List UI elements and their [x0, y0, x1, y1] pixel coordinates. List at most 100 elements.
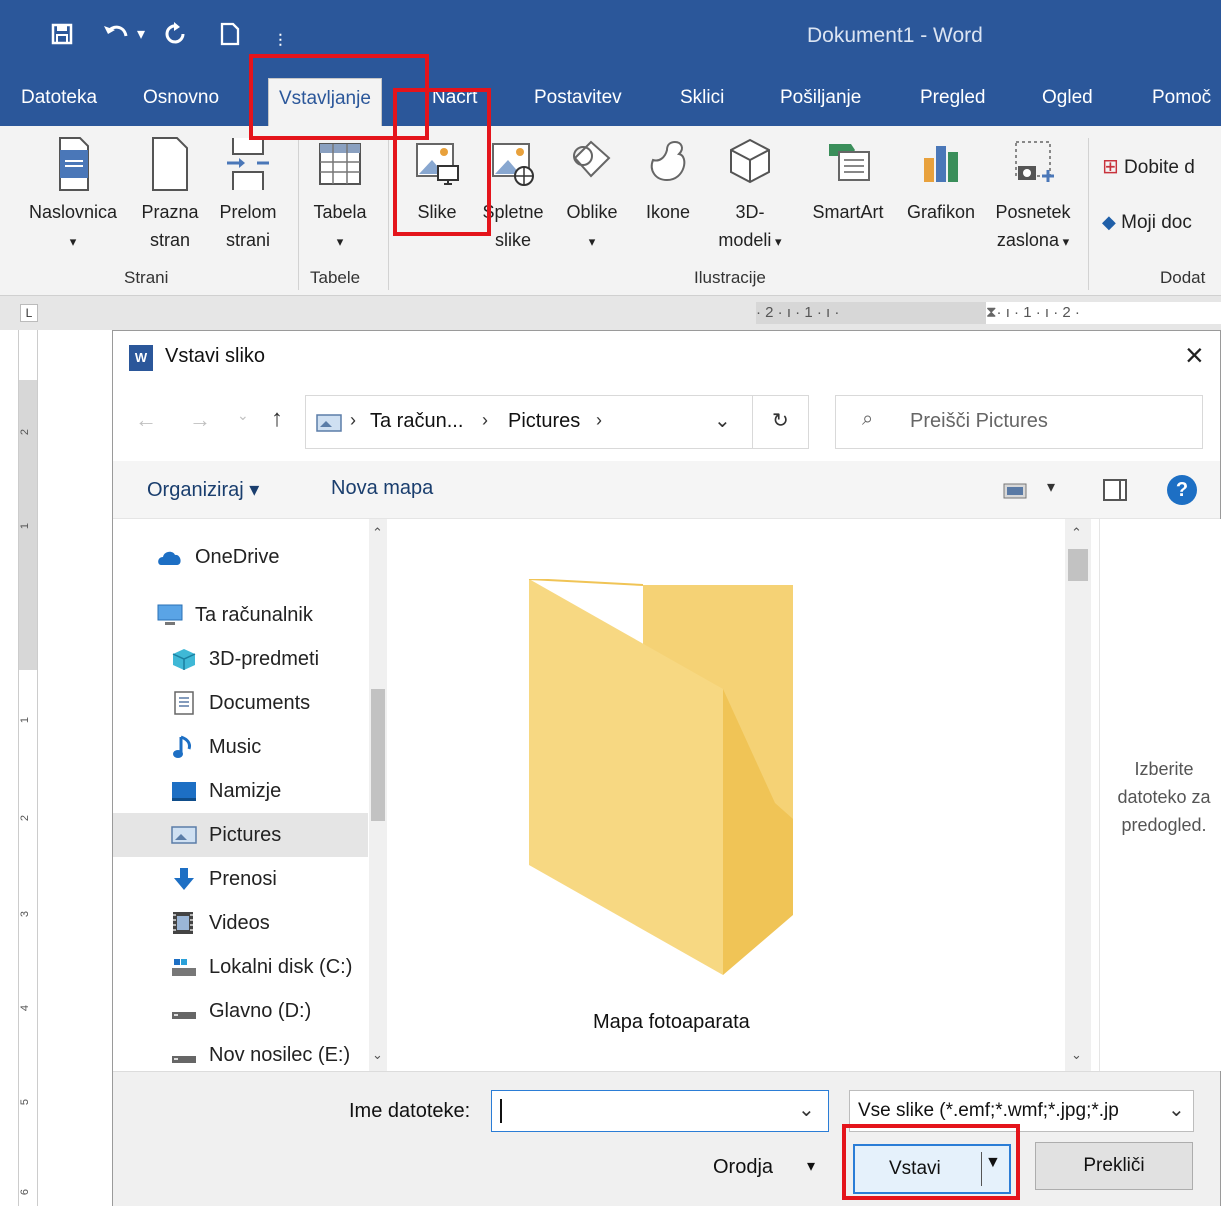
computer-icon — [157, 604, 183, 625]
nav-item-desktop[interactable]: Namizje — [113, 769, 368, 813]
nav-scrollbar[interactable]: ⌃ ⌄ — [369, 519, 387, 1071]
get-addins-button[interactable]: ⊞ Dobite d — [1102, 154, 1195, 179]
tab-ogled[interactable]: Ogled — [1042, 87, 1093, 109]
search-input[interactable]: Preišči Pictures — [910, 410, 1048, 433]
indent-marker-icon[interactable]: ⧗ — [986, 304, 997, 321]
address-bar[interactable]: › Ta račun... › Pictures › ⌄ ↻ — [305, 395, 809, 449]
filename-dropdown-icon[interactable]: ⌄ — [798, 1097, 815, 1122]
my-addins-button[interactable]: ◆ Moji doc — [1102, 212, 1192, 234]
nav-item-label: 3D-predmeti — [209, 648, 320, 670]
blank-page-label-1: Prazna — [141, 202, 199, 222]
save-icon[interactable] — [50, 22, 74, 46]
refresh-icon[interactable]: ↻ — [772, 408, 789, 433]
scroll-up-icon[interactable]: ⌃ — [372, 525, 383, 541]
tab-posiljanje[interactable]: Pošiljanje — [780, 87, 861, 109]
chart-label: Grafikon — [906, 202, 976, 222]
nav-item-drive-d[interactable]: Glavno (D:) — [113, 989, 368, 1033]
preview-pane: Izberite datoteko za predogled. — [1099, 519, 1221, 1071]
view-options-icon[interactable] — [1003, 483, 1027, 499]
nav-item-onedrive[interactable]: OneDrive — [113, 535, 368, 579]
nav-scrollbar-thumb[interactable] — [371, 689, 385, 821]
nav-item-music[interactable]: Music — [113, 725, 368, 769]
tab-selector[interactable]: L — [20, 304, 38, 322]
cover-page-button[interactable]: Naslovnica ▾ — [18, 136, 128, 256]
tab-pomoc[interactable]: Pomoč — [1152, 87, 1211, 109]
smartart-icon — [829, 144, 870, 181]
preview-text-line: Izberite — [1134, 759, 1194, 779]
dialog-bottom-bar: Ime datoteke: ⌄ Vse slike (*.emf;*.wmf;*… — [113, 1071, 1220, 1206]
table-button[interactable]: Tabela ▾ — [305, 136, 375, 256]
nav-item-pictures[interactable]: Pictures — [113, 813, 368, 857]
ruler-margin: · 2 · ı · 1 · ı · — [756, 302, 986, 324]
up-arrow-icon[interactable]: ↑ — [271, 405, 283, 433]
new-folder-button[interactable]: Nova mapa — [331, 477, 433, 500]
nav-item-downloads[interactable]: Prenosi — [113, 857, 368, 901]
search-box[interactable]: ⌕ Preišči Pictures — [835, 395, 1203, 449]
nav-item-videos[interactable]: Videos — [113, 901, 368, 945]
nav-item-label: Prenosi — [209, 868, 277, 890]
nav-item-label: Namizje — [209, 780, 282, 802]
undo-icon[interactable] — [102, 22, 130, 46]
breadcrumb-separator-icon: › — [596, 410, 602, 430]
title-bar: ▾ ⫶ Dokument1 - Word — [0, 0, 1221, 78]
tools-button[interactable]: Orodja — [713, 1156, 773, 1179]
back-arrow-icon[interactable]: ← — [135, 407, 157, 433]
breadcrumb-this-pc[interactable]: Ta račun... — [370, 410, 463, 433]
document-icon — [174, 691, 194, 715]
customize-icon[interactable]: ⫶ — [278, 24, 283, 58]
file-list-scrollbar[interactable]: ⌃ ⌄ — [1065, 519, 1091, 1071]
tab-sklici[interactable]: Sklici — [680, 87, 724, 109]
forward-arrow-icon[interactable]: → — [189, 407, 211, 433]
3d-models-label-2: modeli — [718, 230, 772, 250]
navigation-pane: OneDrive Ta računalnik 3D-predmeti Docum… — [113, 519, 387, 1071]
tab-datoteka[interactable]: Datoteka — [21, 87, 97, 109]
nav-item-this-pc[interactable]: Ta računalnik — [113, 593, 368, 637]
blank-page-button[interactable]: Prazna stran — [136, 136, 204, 254]
cancel-button[interactable]: Prekliči — [1035, 1142, 1193, 1190]
screenshot-button[interactable]: Posnetek zaslona ▾ — [986, 136, 1080, 256]
shapes-icon — [573, 140, 611, 178]
nav-item-local-disk-c[interactable]: Lokalni disk (C:) — [113, 945, 368, 989]
icons-button[interactable]: Ikone — [636, 136, 700, 226]
filetype-dropdown-icon[interactable]: ⌄ — [1168, 1097, 1185, 1122]
scroll-down-icon[interactable]: ⌄ — [372, 1047, 383, 1063]
tools-dropdown-icon[interactable]: ▾ — [807, 1156, 815, 1176]
page-break-button[interactable]: Prelom strani — [210, 136, 286, 254]
nav-item-documents[interactable]: Documents — [113, 681, 368, 725]
shapes-button[interactable]: Oblike ▾ — [558, 136, 626, 256]
tab-osnovno[interactable]: Osnovno — [143, 87, 219, 109]
blank-page-icon — [152, 137, 188, 191]
vruler-mark: 6 — [19, 1188, 32, 1196]
scroll-up-icon[interactable]: ⌃ — [1071, 525, 1082, 541]
organize-button[interactable]: Organiziraj ▾ — [147, 477, 259, 502]
chevron-down-icon: ▾ — [771, 234, 782, 249]
new-doc-icon[interactable] — [220, 22, 240, 46]
undo-dropdown-icon[interactable]: ▾ — [137, 18, 145, 52]
scroll-down-icon[interactable]: ⌄ — [1071, 1047, 1082, 1063]
online-pictures-icon — [492, 143, 534, 186]
nav-item-3d-objects[interactable]: 3D-predmeti — [113, 637, 368, 681]
pictures-icon — [171, 826, 197, 844]
redo-icon[interactable] — [164, 22, 188, 46]
address-row: ← → ⌄ ↑ › Ta račun... › Pictures › ⌄ ↻ ⌕… — [113, 387, 1220, 461]
filetype-value: Vse slike (*.emf;*.wmf;*.jpg;*.jp — [858, 1100, 1119, 1121]
tab-postavitev[interactable]: Postavitev — [534, 87, 622, 109]
cloud-icon — [158, 551, 181, 565]
3d-models-button[interactable]: 3D- modeli ▾ — [708, 136, 792, 256]
chart-button[interactable]: Grafikon — [896, 136, 986, 226]
pictures-folder-icon — [316, 414, 342, 432]
folder-item-camera-roll[interactable]: Mapa fotoaparata — [523, 579, 793, 1039]
file-list-scrollbar-thumb[interactable] — [1068, 549, 1088, 581]
nav-item-label: Videos — [209, 912, 270, 934]
recent-chevron-icon[interactable]: ⌄ — [237, 407, 249, 424]
address-dropdown-icon[interactable]: ⌄ — [714, 408, 731, 433]
filename-input[interactable]: ⌄ — [491, 1090, 829, 1132]
tab-pregled[interactable]: Pregled — [920, 87, 986, 109]
smartart-button[interactable]: SmartArt — [800, 136, 896, 226]
breadcrumb-pictures[interactable]: Pictures — [508, 410, 580, 433]
view-dropdown-icon[interactable]: ▾ — [1047, 477, 1055, 497]
close-button[interactable]: × — [1185, 337, 1204, 374]
help-icon[interactable]: ? — [1167, 475, 1197, 505]
preview-pane-icon[interactable] — [1103, 479, 1127, 501]
window-title: Dokument1 - Word — [807, 24, 983, 47]
